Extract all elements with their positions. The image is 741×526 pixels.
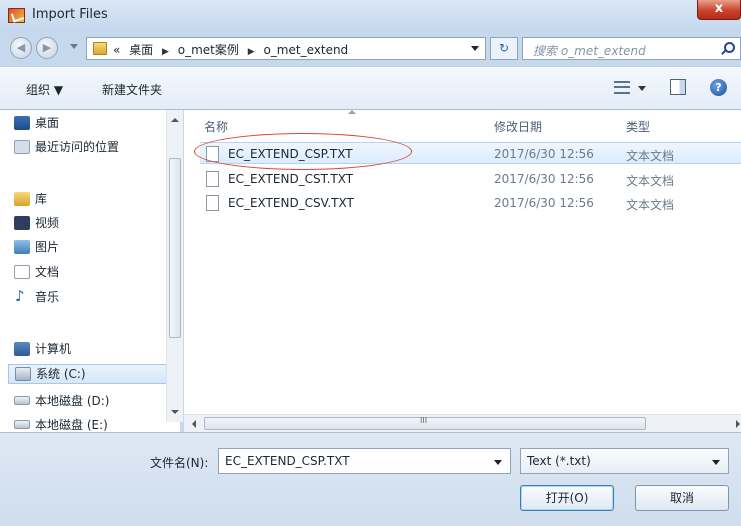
address-dropdown-icon[interactable]: [471, 46, 479, 51]
scroll-left-icon[interactable]: [192, 420, 196, 428]
scroll-up-icon[interactable]: [171, 118, 179, 122]
file-type: 文本文档: [626, 149, 675, 163]
file-row[interactable]: EC_EXTEND_CSV.TXT 2017/6/30 12:56 文本文档: [200, 192, 741, 214]
library-icon: [14, 191, 30, 206]
nav-item-music[interactable]: 音乐: [14, 287, 59, 308]
file-date: 2017/6/30 12:56: [494, 147, 594, 161]
selection-highlight-oval: [194, 133, 412, 170]
forward-button[interactable]: ▶: [36, 37, 58, 59]
breadcrumb-separator-icon[interactable]: ▶: [248, 47, 255, 57]
address-bar[interactable]: « 桌面 ▶ o_met案例 ▶ o_met_extend: [86, 37, 486, 60]
breadcrumb-o-met-extend[interactable]: o_met_extend: [263, 43, 348, 57]
view-dropdown-icon[interactable]: [638, 86, 646, 91]
column-header-name[interactable]: 名称: [204, 114, 228, 138]
cancel-button[interactable]: 取消: [635, 485, 729, 511]
drive-icon: [14, 396, 30, 405]
app-icon: [8, 8, 25, 23]
breadcrumb: « 桌面 ▶ o_met案例 ▶ o_met_extend: [113, 41, 353, 58]
breadcrumb-overflow[interactable]: «: [113, 43, 120, 57]
nav-item-pictures[interactable]: 图片: [14, 238, 59, 258]
breadcrumb-o-met-cases[interactable]: o_met案例: [178, 43, 239, 57]
scroll-down-icon[interactable]: [171, 410, 179, 414]
close-button[interactable]: x: [697, 0, 741, 20]
command-toolbar: 组织 ▼ 新建文件夹 ?: [0, 66, 741, 110]
desktop-icon: [14, 115, 30, 130]
dialog-footer: 文件名(N): EC_EXTEND_CSP.TXT Text (*.txt) 打…: [0, 432, 741, 526]
recent-places-icon: [14, 139, 30, 154]
text-file-icon: [206, 171, 219, 187]
nav-item-library[interactable]: 库: [14, 190, 47, 210]
nav-item-documents[interactable]: 文档: [14, 263, 59, 283]
pictures-icon: [14, 239, 30, 254]
documents-icon: [14, 264, 30, 279]
folder-icon: [93, 42, 107, 55]
nav-item-system-drive[interactable]: 系统 (C:): [8, 364, 168, 384]
file-name: EC_EXTEND_CST.TXT: [228, 172, 354, 186]
video-icon: [14, 215, 30, 230]
filename-field[interactable]: EC_EXTEND_CSP.TXT: [218, 448, 511, 474]
view-options-icon[interactable]: [614, 81, 630, 94]
file-list-horizontal-scrollbar[interactable]: III: [184, 414, 741, 432]
file-type-filter-select[interactable]: Text (*.txt): [520, 448, 729, 474]
computer-icon: [14, 341, 30, 356]
nav-item-videos[interactable]: 视频: [14, 214, 59, 234]
scrollbar-grip: III: [420, 416, 428, 425]
file-type: 文本文档: [626, 174, 675, 188]
filename-dropdown-icon[interactable]: [494, 460, 502, 465]
file-row[interactable]: EC_EXTEND_CST.TXT 2017/6/30 12:56 文本文档: [200, 168, 741, 190]
search-input[interactable]: 搜索 o_met_extend: [533, 42, 646, 59]
title-bar: Import Files x: [0, 0, 741, 32]
refresh-button[interactable]: ↻: [490, 37, 518, 60]
filename-value[interactable]: EC_EXTEND_CSP.TXT: [225, 454, 350, 468]
breadcrumb-desktop[interactable]: 桌面: [129, 43, 153, 57]
preview-pane-icon[interactable]: [670, 79, 686, 95]
navigation-bar: ◀ ▶ « 桌面 ▶ o_met案例 ▶ o_met_extend ↻ 搜索 o…: [0, 32, 741, 66]
nav-item-drive-d[interactable]: 本地磁盘 (D:): [14, 392, 109, 412]
file-date: 2017/6/30 12:56: [494, 196, 594, 210]
text-file-icon: [206, 195, 219, 211]
nav-item-recent-places[interactable]: 最近访问的位置: [14, 138, 119, 158]
help-icon[interactable]: ?: [710, 79, 727, 96]
organize-menu-button[interactable]: 组织 ▼: [26, 81, 63, 98]
window-title: Import Files: [32, 7, 108, 22]
navigation-pane-scrollbar[interactable]: [166, 110, 183, 422]
navigation-pane: 桌面 最近访问的位置 库 视频 图片 文档 音乐 计算机 系统 (C:) 本地磁…: [0, 110, 180, 432]
file-name: EC_EXTEND_CSV.TXT: [228, 196, 354, 210]
back-button[interactable]: ◀: [10, 37, 32, 59]
open-button[interactable]: 打开(O): [520, 485, 614, 511]
drive-icon: [14, 420, 30, 429]
nav-item-computer[interactable]: 计算机: [14, 340, 71, 360]
column-header-date[interactable]: 修改日期: [494, 114, 542, 138]
search-icon[interactable]: [724, 42, 735, 53]
file-type: 文本文档: [626, 198, 675, 212]
file-list: 名称 修改日期 类型 EC_EXTEND_CSP.TXT 2017/6/30 1…: [184, 110, 741, 432]
column-header-type[interactable]: 类型: [626, 114, 650, 138]
breadcrumb-separator-icon[interactable]: ▶: [162, 47, 169, 57]
scroll-right-icon[interactable]: [736, 420, 740, 428]
nav-item-desktop[interactable]: 桌面: [14, 114, 59, 134]
scrollbar-thumb[interactable]: [169, 158, 181, 338]
music-icon: [14, 287, 30, 305]
file-type-filter-value: Text (*.txt): [527, 454, 591, 468]
recent-pages-dropdown-icon[interactable]: [70, 44, 78, 49]
filename-label: 文件名(N):: [150, 456, 209, 470]
nav-item-drive-e[interactable]: 本地磁盘 (E:): [14, 416, 108, 432]
chevron-down-icon[interactable]: [712, 460, 720, 465]
sort-ascending-icon: [348, 110, 356, 114]
system-drive-icon: [15, 366, 31, 381]
new-folder-button[interactable]: 新建文件夹: [102, 81, 162, 98]
file-date: 2017/6/30 12:56: [494, 172, 594, 186]
search-box[interactable]: 搜索 o_met_extend: [522, 37, 741, 60]
